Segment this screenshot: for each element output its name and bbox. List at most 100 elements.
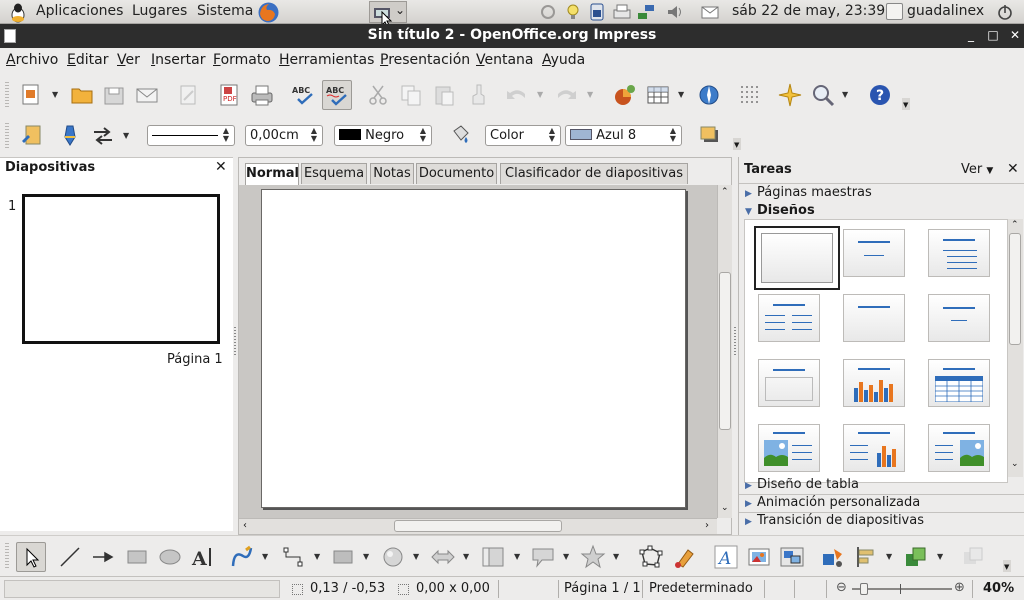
section-animacion[interactable]: ▶ Animación personalizada bbox=[745, 495, 920, 510]
scroll-left-icon[interactable]: ‹ bbox=[243, 520, 247, 531]
scroll-up-icon[interactable]: ⌃ bbox=[1011, 220, 1019, 230]
slide-canvas[interactable] bbox=[239, 185, 717, 518]
area-color-select[interactable]: Azul 8 ▲ ▼ bbox=[565, 125, 682, 146]
menu-ventana[interactable]: Ventana bbox=[476, 52, 534, 68]
copy-icon[interactable] bbox=[398, 82, 424, 108]
group-icon[interactable] bbox=[960, 544, 986, 570]
printer-icon[interactable] bbox=[612, 2, 632, 22]
task-pane-view-menu[interactable]: Ver ▼ bbox=[961, 162, 993, 177]
close-task-pane-icon[interactable]: ✕ bbox=[1007, 161, 1019, 177]
menu-formato[interactable]: Formato bbox=[213, 52, 271, 68]
navigator-icon[interactable] bbox=[696, 82, 722, 108]
line-style-icon[interactable] bbox=[57, 123, 83, 149]
select-arrow-icon[interactable] bbox=[16, 542, 46, 572]
gallery-icon[interactable] bbox=[779, 544, 805, 570]
menu-insertar[interactable]: Insertar bbox=[151, 52, 206, 68]
toolbar-overflow-icon[interactable]: ▼ bbox=[902, 98, 910, 110]
toolbar-grip-2[interactable] bbox=[5, 123, 9, 149]
lightbulb-icon[interactable] bbox=[563, 2, 583, 22]
toolbar-overflow-icon-2[interactable]: ▼ bbox=[733, 138, 741, 150]
layout-title-text-chart[interactable] bbox=[843, 424, 905, 472]
tab-esquema[interactable]: Esquema bbox=[301, 163, 367, 184]
zoom-dropdown-icon[interactable]: ▼ bbox=[842, 82, 850, 108]
maximize-icon[interactable]: □ bbox=[986, 28, 1000, 42]
grid-icon[interactable] bbox=[737, 82, 763, 108]
menu-editar[interactable]: Editar bbox=[67, 52, 108, 68]
layout-title-only-plain[interactable] bbox=[843, 294, 905, 342]
slide-thumbnail[interactable] bbox=[22, 194, 220, 344]
layout-title-only[interactable] bbox=[843, 229, 905, 277]
basic-shapes-dropdown-icon[interactable]: ▼ bbox=[363, 544, 371, 570]
tab-clasificador[interactable]: Clasificador de diapositivas bbox=[500, 163, 688, 184]
zoom-out-icon[interactable]: ⊖ bbox=[836, 580, 847, 595]
new-document-icon[interactable] bbox=[18, 82, 44, 108]
close-pane-icon[interactable]: ✕ bbox=[215, 159, 227, 175]
undo-dropdown-icon[interactable]: ▼ bbox=[537, 82, 545, 108]
layouts-scrollbar[interactable]: ⌃ ⌄ bbox=[1008, 219, 1023, 477]
horizontal-scrollbar[interactable]: ‹ › bbox=[239, 518, 717, 534]
area-style-select[interactable]: Color ▲ ▼ bbox=[485, 125, 561, 146]
symbol-shapes-dropdown-icon[interactable]: ▼ bbox=[413, 544, 421, 570]
print-icon[interactable] bbox=[249, 82, 275, 108]
clipboard-icon[interactable] bbox=[587, 2, 607, 22]
layout-title-content-alt[interactable] bbox=[758, 359, 820, 407]
scroll-right-icon[interactable]: › bbox=[705, 520, 709, 531]
new-dropdown-icon[interactable]: ▼ bbox=[52, 82, 60, 108]
autospellcheck-icon[interactable]: ABC bbox=[322, 80, 352, 110]
power-manager-icon[interactable] bbox=[538, 2, 558, 22]
stars-icon[interactable] bbox=[580, 544, 606, 570]
horizontal-scroll-thumb[interactable] bbox=[394, 520, 562, 532]
glue-points-icon[interactable] bbox=[672, 544, 698, 570]
panel-menu-places[interactable]: Lugares bbox=[132, 3, 187, 19]
shadow-icon[interactable] bbox=[697, 123, 723, 149]
tab-documento[interactable]: Documento bbox=[416, 163, 497, 184]
basic-shapes-icon[interactable] bbox=[330, 544, 356, 570]
stars-dropdown-icon[interactable]: ▼ bbox=[613, 544, 621, 570]
scroll-down-icon[interactable]: ⌄ bbox=[1011, 459, 1019, 469]
section-transicion[interactable]: ▶ Transición de diapositivas bbox=[745, 513, 924, 528]
layout-title-table[interactable] bbox=[928, 359, 990, 407]
menu-archivo[interactable]: Archivo bbox=[6, 52, 58, 68]
block-arrows-dropdown-icon[interactable]: ▼ bbox=[463, 544, 471, 570]
layout-title-text-image[interactable] bbox=[928, 424, 990, 472]
menu-presentacion[interactable]: Presentación bbox=[380, 52, 470, 68]
tab-notas[interactable]: Notas bbox=[370, 163, 414, 184]
table-dropdown-icon[interactable]: ▼ bbox=[678, 82, 686, 108]
ellipse-tool-icon[interactable] bbox=[157, 544, 183, 570]
table-icon[interactable] bbox=[645, 82, 671, 108]
foot-logo-icon[interactable] bbox=[7, 1, 29, 23]
vertical-scroll-thumb[interactable] bbox=[719, 272, 731, 430]
cut-icon[interactable] bbox=[365, 82, 391, 108]
layout-title-image-text[interactable] bbox=[758, 424, 820, 472]
export-pdf-icon[interactable]: PDF bbox=[216, 82, 242, 108]
toolbar-grip[interactable] bbox=[5, 82, 9, 108]
save-icon[interactable] bbox=[101, 82, 127, 108]
line-color-select[interactable]: Negro ▲ ▼ bbox=[334, 125, 432, 146]
area-fill-icon[interactable] bbox=[447, 123, 473, 149]
points-edit-icon[interactable] bbox=[638, 544, 664, 570]
connector-dropdown-icon[interactable]: ▼ bbox=[314, 544, 322, 570]
close-window-icon[interactable]: ✕ bbox=[1008, 28, 1022, 42]
email-icon[interactable] bbox=[134, 82, 160, 108]
clone-format-icon[interactable] bbox=[465, 82, 491, 108]
block-arrows-icon[interactable] bbox=[430, 544, 456, 570]
scroll-up-icon[interactable]: ⌃ bbox=[721, 187, 729, 197]
curve-dropdown-icon[interactable]: ▼ bbox=[262, 544, 270, 570]
callouts-dropdown-icon[interactable]: ▼ bbox=[563, 544, 571, 570]
symbol-shapes-icon[interactable] bbox=[380, 544, 406, 570]
help-icon[interactable]: ? bbox=[867, 82, 893, 108]
open-folder-icon[interactable] bbox=[69, 82, 95, 108]
edit-file-icon[interactable] bbox=[175, 82, 201, 108]
layout-title-2content[interactable] bbox=[758, 294, 820, 342]
network-icon[interactable] bbox=[636, 2, 656, 22]
tab-normal[interactable]: Normal bbox=[245, 163, 299, 185]
line-width-input[interactable]: 0,00cm ▲ ▼ bbox=[245, 125, 323, 146]
section-paginas-maestras[interactable]: ▶ Páginas maestras bbox=[745, 185, 872, 200]
toolbar-overflow-icon-3[interactable]: ▼ bbox=[1003, 560, 1011, 572]
connector-tool-icon[interactable] bbox=[280, 544, 306, 570]
flowchart-dropdown-icon[interactable]: ▼ bbox=[514, 544, 522, 570]
layout-title-content[interactable] bbox=[928, 229, 990, 277]
toolbar-grip-3[interactable] bbox=[5, 543, 9, 569]
redo-icon[interactable] bbox=[553, 82, 579, 108]
layout-title-chart[interactable] bbox=[843, 359, 905, 407]
